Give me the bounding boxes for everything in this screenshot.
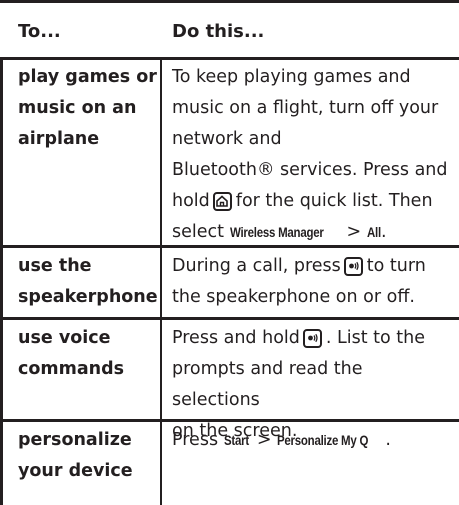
description-line: select Wireless Manager > All.	[172, 217, 452, 248]
task-label: use the speakerphone	[18, 251, 158, 313]
text: hold	[172, 191, 210, 211]
text: Press	[172, 430, 219, 450]
text: During a call, press	[172, 256, 341, 276]
description-line: network and	[172, 129, 282, 149]
table-row: personalize your device Press Start > Pe…	[0, 422, 459, 505]
description-line: Press and hold . List to the	[172, 323, 452, 354]
description-line: Press Start > Personalize My Q.	[172, 425, 452, 456]
header-to: To...	[18, 21, 61, 42]
text: .	[380, 222, 387, 242]
task-description: During a call, press to turn the speakerp…	[172, 251, 452, 313]
text: to turn	[366, 256, 426, 276]
menu-item-wireless-manager: Wireless Manager	[229, 224, 324, 240]
task-line: play games or	[18, 67, 157, 87]
menu-item-personalize-my-q: Personalize My Q	[277, 432, 369, 448]
task-label: play games or music on an airplane	[18, 62, 158, 155]
task-label: personalize your device	[18, 425, 158, 487]
menu-item-start: Start	[223, 432, 249, 448]
header-do-this: Do this...	[172, 21, 265, 42]
speakerphone-key-icon	[343, 257, 363, 276]
description-line: Bluetooth® services. Press and	[172, 160, 448, 180]
menu-item-all: All	[366, 224, 381, 240]
left-border	[0, 320, 3, 419]
task-line: your device	[18, 461, 133, 481]
column-divider	[160, 248, 162, 317]
left-border	[0, 422, 3, 505]
description-line: During a call, press to turn	[172, 251, 452, 282]
text: . List to the	[325, 328, 426, 348]
column-divider	[160, 422, 162, 505]
task-line: airplane	[18, 129, 100, 149]
task-line: music on an	[18, 98, 137, 118]
task-line: speakerphone	[18, 287, 158, 307]
speakerphone-key-icon	[302, 329, 322, 348]
text: Press and hold	[172, 328, 300, 348]
task-description: To keep playing games and music on a fli…	[172, 62, 452, 248]
text: .	[385, 430, 391, 450]
description-line: prompts and read the selections	[172, 359, 363, 410]
table-row: play games or music on an airplane To ke…	[0, 60, 459, 248]
left-border	[0, 60, 3, 245]
text: select	[172, 222, 224, 242]
column-divider	[160, 60, 162, 245]
text: for the quick list. Then	[235, 191, 433, 211]
description-line: the speakerphone on or off.	[172, 287, 415, 307]
home-key-icon	[212, 192, 232, 211]
left-border	[0, 248, 3, 317]
instruction-table: To... Do this... play games or music on …	[0, 0, 459, 505]
description-line: music on a flight, turn off your	[172, 98, 439, 118]
column-divider	[160, 320, 162, 419]
task-description: Press Start > Personalize My Q.	[172, 425, 452, 456]
task-line: use voice	[18, 328, 111, 348]
description-line: To keep playing games and	[172, 67, 411, 87]
table-header: To... Do this...	[0, 0, 459, 60]
table-row: use the speakerphone During a call, pres…	[0, 248, 459, 320]
task-label: use voice commands	[18, 323, 158, 385]
text: >	[256, 430, 272, 450]
text: >	[346, 222, 362, 242]
table-row: use voice commands Press and hold . List …	[0, 320, 459, 441]
description-line: hold for the quick list. Then	[172, 186, 452, 217]
task-line: commands	[18, 359, 125, 379]
task-line: use the	[18, 256, 92, 276]
task-line: personalize	[18, 430, 132, 450]
